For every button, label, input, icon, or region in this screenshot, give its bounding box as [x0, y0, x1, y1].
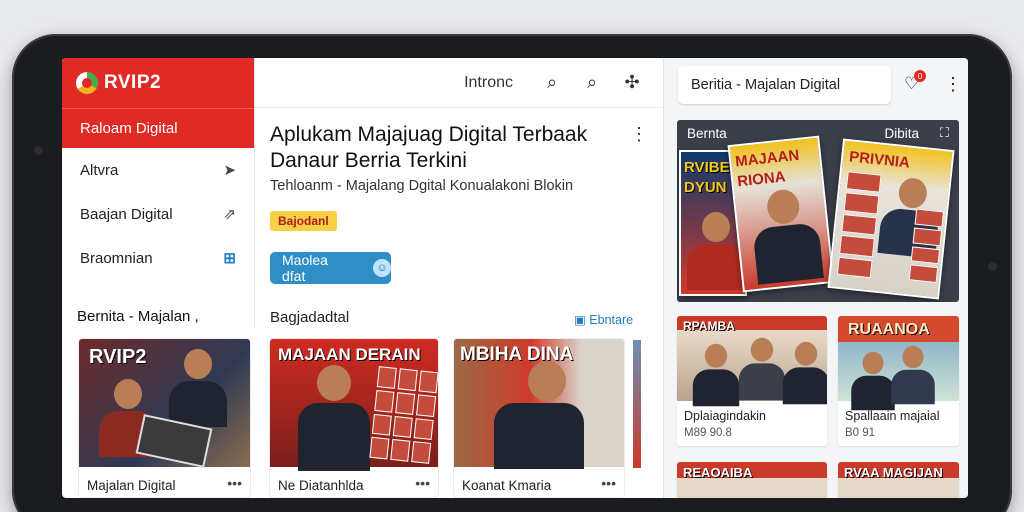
cta-button[interactable]: Maolea dfat ☺ — [270, 252, 391, 284]
sidebar-item-label: Altvra — [80, 161, 119, 179]
card-title: Dplaiagindakin — [684, 409, 767, 423]
card-title: Spallaain majaial — [845, 409, 940, 423]
photo-collage — [369, 366, 438, 464]
more-vert-icon[interactable]: ⋮ — [944, 74, 962, 95]
sensor — [988, 262, 997, 271]
person-figure — [169, 349, 227, 427]
pin-icon[interactable]: ✣ — [621, 72, 643, 93]
banner-label-secondary: Dibita — [884, 126, 919, 141]
cover-headline: RUAANOA — [848, 321, 930, 338]
sidebar-item-2[interactable]: Braomnian ⊞ — [62, 236, 254, 280]
app-header[interactable]: RVIP2 — [62, 58, 254, 108]
magazine-card[interactable]: MBIHA DINA Koanat Kmaria ••• — [453, 338, 625, 498]
cover-headline: PRIVNIA — [848, 148, 911, 172]
topbar-label[interactable]: Intronc — [464, 74, 513, 92]
search-field[interactable]: Beritia - Majalan Digital — [678, 66, 891, 104]
more-vert-icon[interactable]: ⋮ — [630, 124, 648, 145]
app-screen: RVIP2 Raloam Digital Altvra ➤ Baajan Dig… — [62, 58, 968, 498]
app-logo-text: RVIP2 — [104, 72, 162, 93]
smile-icon: ☺ — [373, 259, 391, 277]
photo-collage — [908, 208, 945, 284]
front-camera — [34, 146, 43, 155]
right-panel: Beritia - Majalan Digital ♡ 0 ⋮ Bernta D… — [663, 58, 968, 498]
cta-label: Maolea dfat — [282, 252, 328, 284]
section-label: Bagjadadtal — [270, 309, 350, 326]
person-figure — [749, 186, 824, 285]
article-image: RUAANOA — [838, 316, 959, 411]
send-icon: ➤ — [223, 162, 236, 179]
cover-headline: REAOAIBA — [683, 465, 753, 480]
sidebar-item-active[interactable]: Raloam Digital — [62, 108, 254, 148]
search-alt-icon[interactable]: ⌕ — [581, 72, 603, 93]
person-figure — [738, 337, 786, 401]
see-all-label: Ebntare — [589, 313, 634, 327]
magazine-card[interactable]: RVIP2 Majalan Digital ••• — [78, 338, 251, 498]
article-image: REAOAIBA — [677, 462, 827, 498]
article-image: RVAA MAGIJAN — [838, 462, 959, 498]
notification-badge: 0 — [914, 70, 926, 82]
see-all-link[interactable]: ▣ Ebntare — [574, 312, 633, 327]
article-card[interactable]: RPAMBA Dplaiagindakin M89 90.8 — [677, 316, 827, 446]
share-icon: ⇗ — [223, 206, 236, 223]
sidebar-item-label: Baajan Digital — [80, 205, 173, 223]
card-caption: Majalan Digital — [87, 478, 176, 493]
card-caption: Ne Diatanhlda — [278, 478, 364, 493]
app-logo-icon — [76, 72, 98, 94]
person-figure — [692, 343, 740, 407]
expand-icon[interactable]: ⛶ — [940, 125, 949, 141]
more-horiz-icon[interactable]: ••• — [601, 475, 616, 491]
person-figure — [494, 361, 584, 469]
cover-headline: RVAA MAGIJAN — [844, 465, 943, 480]
article-card[interactable]: RVAA MAGIJAN — [838, 462, 959, 498]
person-figure — [891, 345, 935, 405]
featured-banner[interactable]: Bernta Dibita ⛶ RVIBE DYUN MAJAAN RIONA … — [677, 120, 959, 302]
article-card[interactable]: REAOAIBA — [677, 462, 827, 498]
magazine-card[interactable]: MAJAAN DERAIN Ne Diatanhlda ••• — [269, 338, 439, 498]
sidebar: RVIP2 Raloam Digital Altvra ➤ Baajan Dig… — [62, 58, 255, 328]
person-figure — [298, 365, 370, 471]
photo-collage — [836, 171, 882, 279]
person-figure — [851, 351, 895, 411]
cover-headline: MAJAAN RIONA — [734, 146, 801, 191]
more-horiz-icon[interactable]: ••• — [227, 475, 242, 491]
cover-headline: MAJAAN DERAIN — [278, 345, 421, 364]
card-meta: B0 91 — [845, 427, 876, 439]
more-horiz-icon[interactable]: ••• — [415, 475, 430, 491]
top-bar: Intronc ⌕ ⌕ ✣ — [255, 58, 663, 108]
person-figure — [782, 341, 827, 405]
card-peek — [633, 340, 641, 468]
banner-label: Bernta — [687, 126, 727, 141]
cover-headline: RVIP2 — [89, 346, 147, 368]
card-meta: M89 90.8 — [684, 427, 732, 439]
page-subtitle: Tehloanm - Majalang Dgital Konualakoni B… — [270, 178, 574, 194]
magazine-cover: PRIVNIA — [827, 138, 955, 300]
magazine-cover: MAJAAN RIONA — [727, 135, 835, 293]
cover-headline: RPAMBA — [683, 319, 735, 333]
card-caption: Koanat Kmaria — [462, 478, 552, 493]
sidebar-item-0[interactable]: Altvra ➤ — [62, 148, 254, 192]
magazine-cover: RVIP2 — [79, 339, 250, 468]
grid-icon: ⊞ — [223, 250, 236, 267]
magazine-cover: MBIHA DINA — [454, 339, 624, 469]
status-badge: Bajodanl — [270, 211, 337, 231]
article-card[interactable]: RUAANOA Spallaain majaial B0 91 — [838, 316, 959, 446]
magazine-cover: MAJAAN DERAIN — [270, 339, 438, 471]
article-image: RPAMBA — [677, 316, 827, 407]
page-title: Aplukam Majajuag Digital Terbaak Danaur … — [270, 123, 588, 172]
sidebar-item-label: Braomnian — [80, 249, 153, 267]
search-icon[interactable]: ⌕ — [541, 72, 563, 93]
section-heading: Bernita - Majalan , — [77, 308, 199, 325]
sidebar-item-1[interactable]: Baajan Digital ⇗ — [62, 192, 254, 236]
